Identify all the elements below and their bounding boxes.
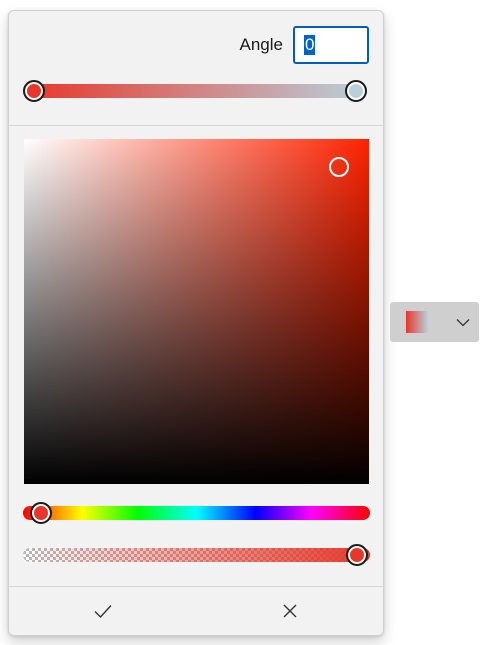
alpha-slider-track[interactable] [23, 548, 370, 562]
color-spectrum[interactable] [24, 139, 369, 484]
gradient-stop-end-thumb[interactable] [345, 80, 367, 102]
cancel-button[interactable] [196, 587, 383, 635]
hue-slider-thumb[interactable] [30, 502, 52, 524]
chevron-down-icon [456, 318, 470, 327]
alpha-slider-fill [23, 548, 370, 562]
angle-input[interactable]: 0 [293, 26, 369, 64]
alpha-slider-thumb[interactable] [346, 544, 368, 566]
divider [9, 125, 383, 126]
hue-slider-track[interactable] [23, 506, 370, 520]
color-picker-flyout: Angle 0 [8, 10, 384, 636]
angle-input-value: 0 [304, 35, 316, 55]
gradient-stop-track[interactable] [25, 84, 366, 98]
gradient-stop-start-thumb[interactable] [23, 80, 45, 102]
spectrum-selection-handle[interactable] [329, 157, 349, 177]
color-picker-dropdown-button[interactable] [390, 302, 479, 342]
selected-gradient-swatch [406, 311, 428, 333]
angle-row: Angle 0 [240, 26, 369, 64]
confirm-button[interactable] [9, 587, 196, 635]
angle-label: Angle [239, 35, 283, 54]
checkmark-icon [94, 605, 112, 619]
close-icon [283, 604, 296, 618]
flyout-footer [9, 586, 383, 635]
